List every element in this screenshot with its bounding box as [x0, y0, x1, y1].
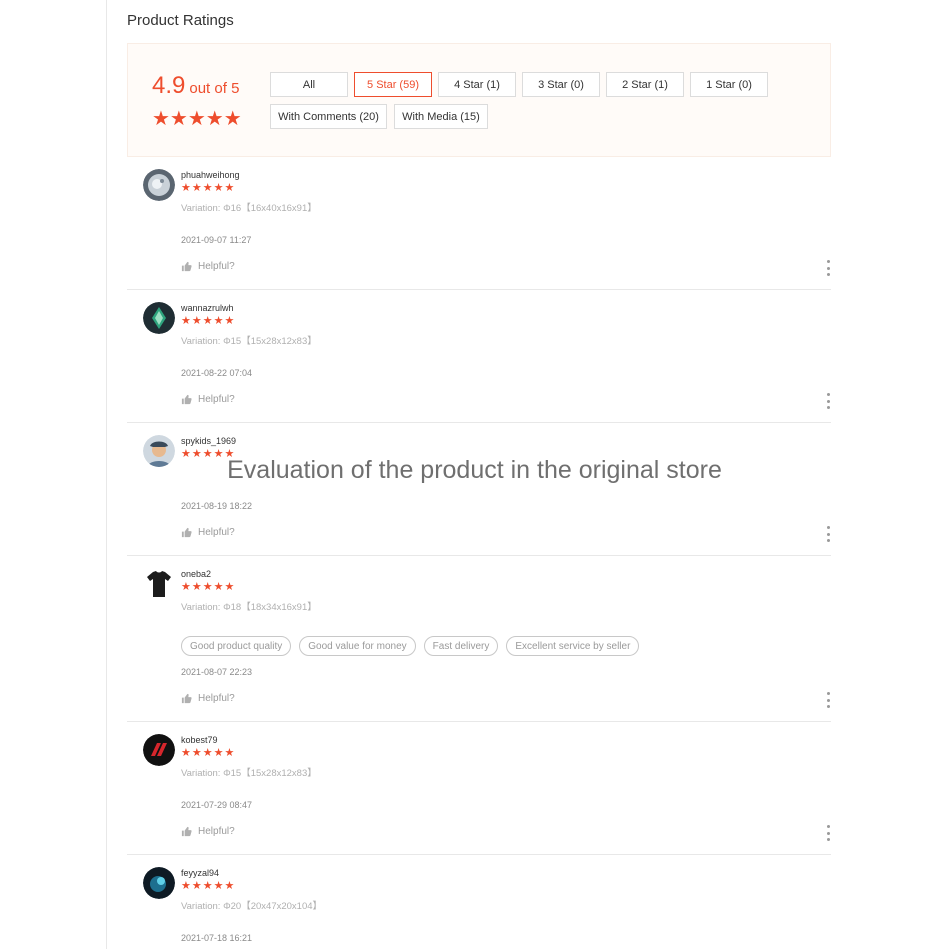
review-stars: ★★★★★: [181, 315, 236, 327]
helpful-label: Helpful?: [198, 527, 235, 538]
review-variation: Variation: Φ18【18x34x16x91】: [181, 602, 317, 613]
review-item: wannazrulwh ★★★★★ Variation: Φ15【15x28x1…: [127, 290, 831, 423]
review-tag: Excellent service by seller: [506, 636, 640, 656]
score-out-of: out of 5: [189, 80, 240, 97]
rating-overview: 4.9 out of 5 ★★★★★ All 5 Star (59) 4 Star…: [127, 43, 831, 157]
helpful-label: Helpful?: [198, 693, 235, 704]
review-stars: ★★★★★: [181, 448, 236, 460]
filter-5-star[interactable]: 5 Star (59): [354, 72, 432, 97]
helpful-label: Helpful?: [198, 261, 235, 272]
filter-1-star[interactable]: 1 Star (0): [690, 72, 768, 97]
reviewer-name: kobest79: [181, 735, 218, 745]
review-stars: ★★★★★: [181, 581, 236, 593]
review-date: 2021-08-19 18:22: [181, 501, 253, 511]
score-value: 4.9: [152, 72, 186, 99]
review-variation: Variation: Φ15【15x28x12x83】: [181, 768, 317, 779]
helpful-button[interactable]: Helpful?: [181, 693, 235, 704]
thumbs-up-icon: [181, 527, 192, 538]
review-tag: Fast delivery: [423, 636, 499, 656]
filter-with-media[interactable]: With Media (15): [394, 104, 488, 129]
review-date: 2021-09-07 11:27: [181, 235, 252, 245]
more-options-icon[interactable]: [825, 260, 831, 276]
review-date: 2021-08-22 07:04: [181, 368, 253, 378]
reviewer-name: oneba2: [181, 569, 212, 579]
helpful-label: Helpful?: [198, 826, 235, 837]
helpful-button[interactable]: Helpful?: [181, 826, 235, 837]
filter-2-star[interactable]: 2 Star (1): [606, 72, 684, 97]
more-options-icon[interactable]: [825, 393, 831, 409]
review-stars: ★★★★★: [181, 747, 236, 759]
review-variation: Variation: Φ20【20x47x20x104】: [181, 901, 323, 912]
filter-with-comments[interactable]: With Comments (20): [270, 104, 387, 129]
section-title: Product Ratings: [127, 12, 234, 29]
review-item: oneba2 ★★★★★ Variation: Φ18【18x34x16x91】…: [127, 556, 831, 722]
review-item: phuahweihong ★★★★★ Variation: Φ16【16x40x…: [127, 157, 831, 290]
review-variation: Variation: Φ16【16x40x16x91】: [181, 203, 317, 214]
overall-stars: ★★★★★: [152, 108, 242, 130]
review-item: feyyzal94 ★★★★★ Variation: Φ20【20x47x20x…: [127, 855, 831, 949]
review-date: 2021-08-07 22:23: [181, 667, 253, 677]
review-tag: Good product quality: [181, 636, 292, 656]
review-tag: Good value for money: [299, 636, 416, 656]
review-item: kobest79 ★★★★★ Variation: Φ15【15x28x12x8…: [127, 722, 831, 855]
more-options-icon[interactable]: [825, 825, 831, 841]
thumbs-up-icon: [181, 693, 192, 704]
rating-score: 4.9 out of 5: [152, 72, 239, 100]
left-divider: [106, 0, 107, 949]
reviewer-name: feyyzal94: [181, 868, 220, 878]
filter-3-star[interactable]: 3 Star (0): [522, 72, 600, 97]
avatar[interactable]: [143, 734, 175, 766]
avatar[interactable]: [143, 568, 175, 600]
review-date: 2021-07-29 08:47: [181, 800, 253, 810]
more-options-icon[interactable]: [825, 692, 831, 708]
reviewer-name: spykids_1969: [181, 436, 237, 446]
review-date: 2021-07-18 16:21: [181, 933, 253, 943]
thumbs-up-icon: [181, 394, 192, 405]
avatar[interactable]: [143, 867, 175, 899]
reviewer-name: phuahweihong: [181, 170, 240, 180]
thumbs-up-icon: [181, 261, 192, 272]
helpful-button[interactable]: Helpful?: [181, 261, 235, 272]
filter-all[interactable]: All: [270, 72, 348, 97]
helpful-button[interactable]: Helpful?: [181, 394, 235, 405]
helpful-label: Helpful?: [198, 394, 235, 405]
review-stars: ★★★★★: [181, 182, 236, 194]
avatar[interactable]: [143, 435, 175, 467]
avatar[interactable]: [143, 302, 175, 334]
filter-4-star[interactable]: 4 Star (1): [438, 72, 516, 97]
review-item: spykids_1969 ★★★★★ 2021-08-19 18:22 Help…: [127, 423, 831, 556]
reviewer-name: wannazrulwh: [181, 303, 234, 313]
thumbs-up-icon: [181, 826, 192, 837]
avatar[interactable]: [143, 169, 175, 201]
review-tags: Good product quality Good value for mone…: [181, 636, 640, 656]
review-variation: Variation: Φ15【15x28x12x83】: [181, 336, 317, 347]
helpful-button[interactable]: Helpful?: [181, 527, 235, 538]
more-options-icon[interactable]: [825, 526, 831, 542]
review-stars: ★★★★★: [181, 880, 236, 892]
